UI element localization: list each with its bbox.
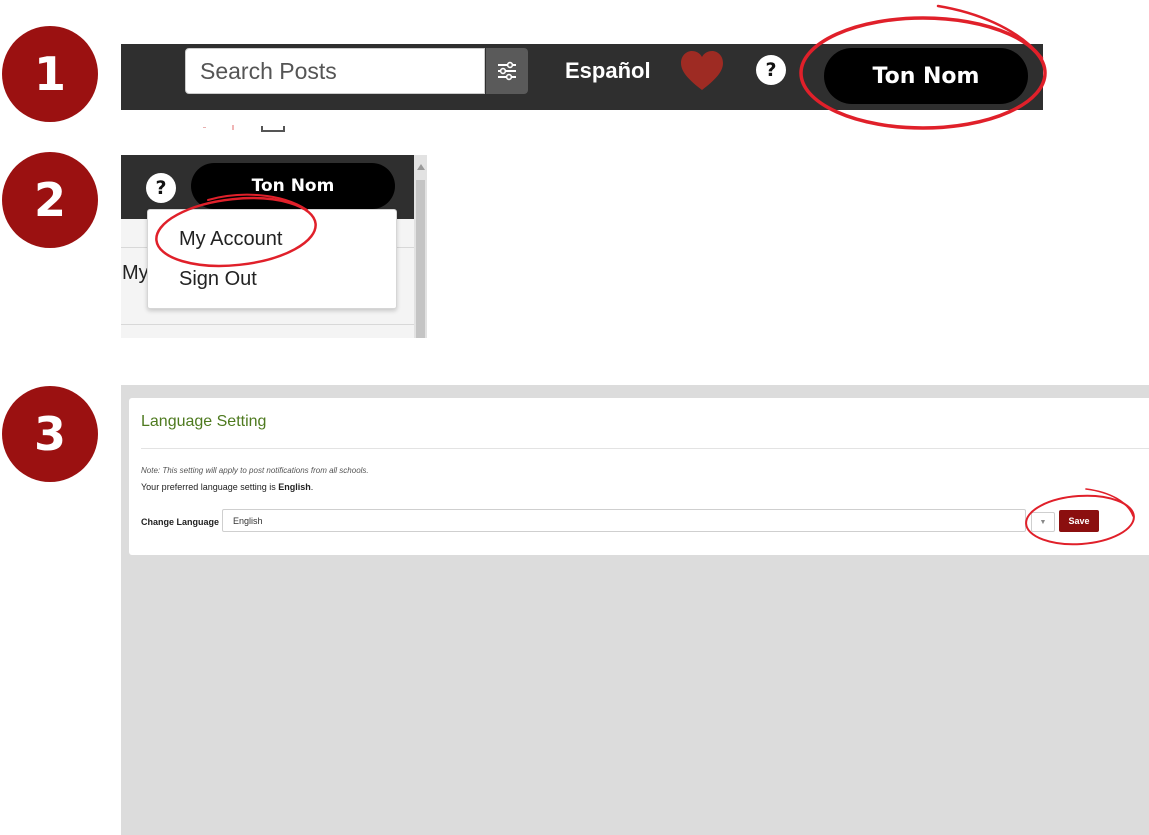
background-tab-label: My: [122, 262, 149, 284]
preferred-prefix: Your preferred language setting is: [141, 482, 279, 492]
dropdown-caret-icon[interactable]: ▼: [1031, 512, 1055, 532]
step-1-badge: 1: [2, 26, 98, 122]
language-select[interactable]: English: [222, 509, 1026, 532]
save-button[interactable]: Save: [1059, 510, 1099, 532]
user-menu-button[interactable]: Ton Nom: [824, 48, 1028, 104]
search-filter-button[interactable]: [486, 48, 528, 94]
preferred-language-text: Your preferred language setting is Engli…: [141, 482, 313, 492]
help-icon[interactable]: ?: [146, 173, 176, 203]
search-input[interactable]: Search Posts: [185, 48, 485, 94]
partial-ui-fragment: [232, 125, 234, 130]
menu-item-sign-out[interactable]: Sign Out: [179, 268, 257, 291]
partial-ui-fragment: [203, 127, 206, 128]
scroll-up-arrow-icon[interactable]: [417, 164, 425, 170]
divider: [121, 324, 414, 325]
partial-ui-fragment: [261, 126, 285, 132]
setting-note: Note: This setting will apply to post no…: [141, 466, 369, 475]
scrollbar-thumb[interactable]: [416, 180, 425, 338]
help-icon[interactable]: ?: [756, 55, 786, 85]
filter-sliders-icon: [498, 61, 516, 81]
change-language-label: Change Language: [141, 517, 220, 527]
section-title: Language Setting: [141, 413, 267, 430]
preferred-suffix: .: [310, 482, 314, 492]
user-dropdown-menu: My Account Sign Out: [147, 209, 397, 309]
language-toggle-link[interactable]: Español: [565, 58, 651, 84]
step-2-badge: 2: [2, 152, 98, 248]
divider: [141, 448, 1149, 449]
user-menu-button[interactable]: Ton Nom: [191, 163, 395, 209]
step-3-badge: 3: [2, 386, 98, 482]
preferred-language-value: English: [278, 482, 311, 492]
menu-item-my-account[interactable]: My Account: [179, 228, 282, 251]
heart-icon[interactable]: [679, 50, 725, 92]
